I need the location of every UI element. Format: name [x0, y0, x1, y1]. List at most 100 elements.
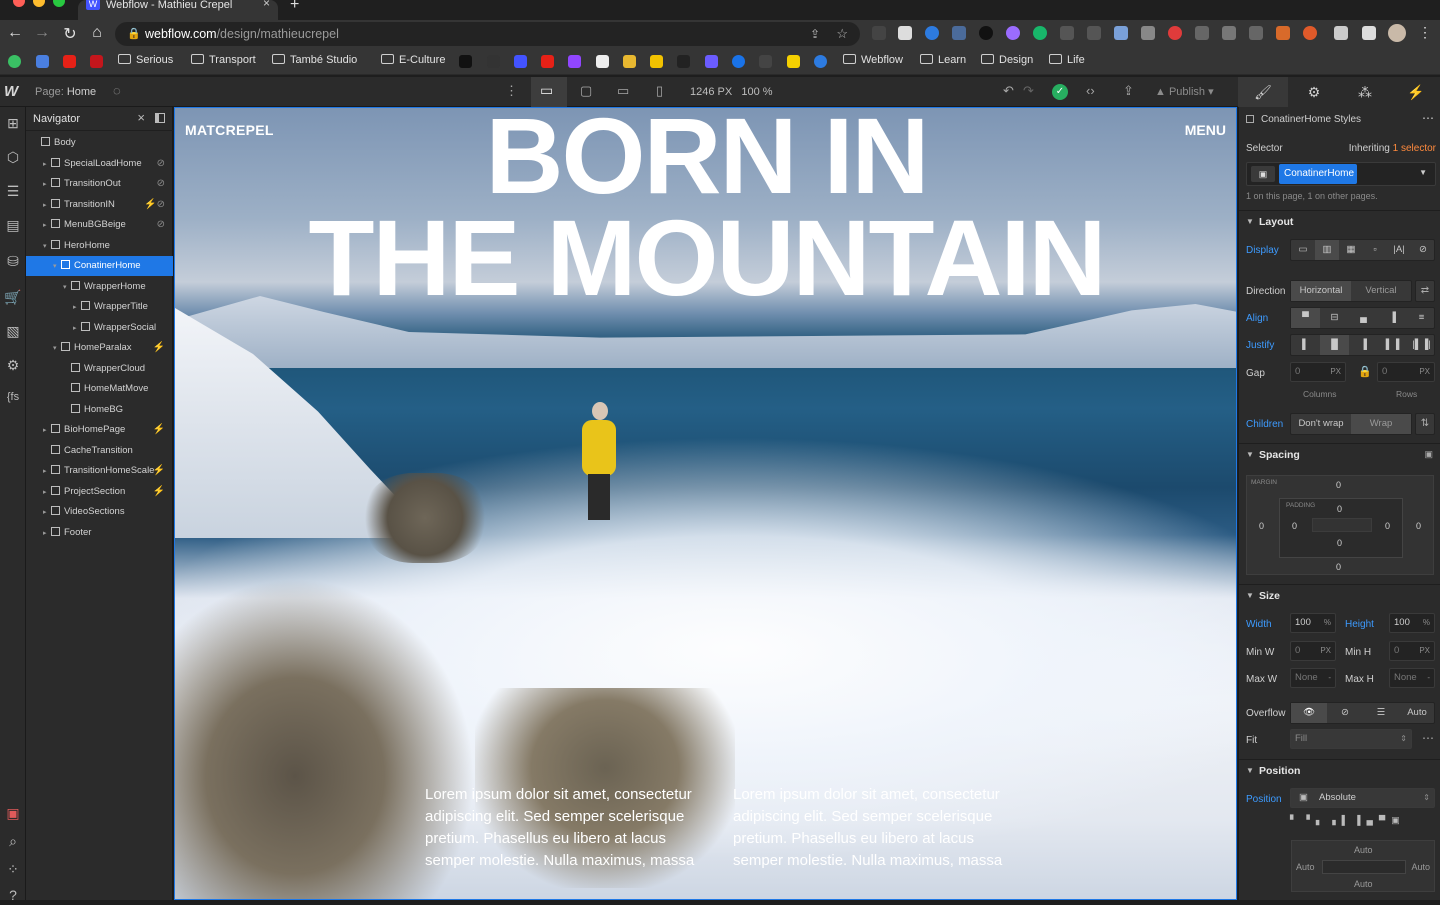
youtube-bookmark-icon[interactable]: [541, 55, 554, 68]
grammarly-extension-icon[interactable]: [1033, 26, 1047, 40]
caret-icon[interactable]: ▾: [43, 237, 51, 257]
kebab-menu-icon[interactable]: ⋮: [1416, 24, 1434, 41]
extension-icon[interactable]: [952, 26, 966, 40]
caret-icon[interactable]: ▸: [43, 175, 51, 195]
webflow-bookmark-icon[interactable]: [514, 55, 527, 68]
bookmark-folder-e-culture[interactable]: E-Culture: [381, 54, 445, 66]
margin-right[interactable]: 0: [1416, 521, 1421, 531]
margin-left[interactable]: 0: [1259, 521, 1264, 531]
bookmark-icon[interactable]: [705, 55, 718, 68]
settings-gear-icon[interactable]: ⚙: [4, 357, 22, 375]
fit-select[interactable]: Fill ⇕: [1290, 729, 1412, 749]
profile-avatar[interactable]: [1388, 24, 1406, 42]
bookmark-icon[interactable]: [759, 55, 772, 68]
padding-right[interactable]: 0: [1385, 521, 1390, 531]
margin-bottom[interactable]: 0: [1336, 562, 1341, 572]
spacing-preset-icon[interactable]: ▣: [1424, 449, 1433, 460]
forward-arrow-icon[interactable]: →: [33, 24, 51, 42]
bookmark-icon[interactable]: [650, 55, 663, 68]
max-height-input[interactable]: None -: [1389, 668, 1435, 688]
align-stretch-icon[interactable]: ▐: [1378, 308, 1407, 328]
justify-end-icon[interactable]: ▐: [1349, 335, 1378, 355]
navigator-item[interactable]: ▸ WrapperTitle: [26, 297, 173, 317]
navigator-item[interactable]: ▾ HeroHome: [26, 236, 173, 256]
children-dont-wrap[interactable]: Don't wrap: [1291, 414, 1351, 434]
extension-icon[interactable]: [1114, 26, 1128, 40]
caret-icon[interactable]: ▸: [43, 216, 51, 236]
caret-icon[interactable]: ▸: [73, 319, 81, 339]
bookmark-icon[interactable]: [732, 55, 745, 68]
selector-menu-icon[interactable]: ▣: [1251, 166, 1275, 182]
position-top[interactable]: Auto: [1354, 845, 1373, 855]
caret-icon[interactable]: ▸: [43, 524, 51, 544]
mobile-landscape-breakpoint-icon[interactable]: ▭: [617, 83, 629, 99]
justify-start-icon[interactable]: ▌: [1291, 335, 1320, 355]
notion-extension-icon[interactable]: [898, 26, 912, 40]
caret-icon[interactable]: ▸: [43, 483, 51, 503]
caret-icon[interactable]: ▾: [53, 339, 61, 359]
hero-title-line-1[interactable]: BORN IN: [175, 108, 1236, 210]
inheriting-info[interactable]: Inheriting 1 selector: [1349, 143, 1436, 154]
display-grid-icon[interactable]: ▦: [1339, 240, 1363, 260]
maximize-window-button[interactable]: [53, 0, 65, 7]
navigator-item[interactable]: ▸ WrapperSocial: [26, 318, 173, 338]
align-start-icon[interactable]: ▀: [1291, 308, 1320, 328]
justify-center-icon[interactable]: ▐▌: [1320, 335, 1349, 355]
extension-icon[interactable]: [872, 26, 886, 40]
publish-button[interactable]: ▲ Publish ▾: [1155, 85, 1214, 98]
maps-bookmark-icon[interactable]: [8, 55, 21, 68]
margin-top[interactable]: 0: [1336, 480, 1341, 490]
reload-icon[interactable]: ↻: [61, 24, 79, 44]
design-canvas[interactable]: MATCREPEL MENU BORN IN THE MOUNTAIN Lore…: [174, 107, 1237, 900]
caret-icon[interactable]: ▾: [53, 257, 61, 277]
spacing-section-header[interactable]: ▼ Spacing ▣: [1239, 443, 1440, 465]
bookmark-icon[interactable]: [487, 55, 500, 68]
max-width-input[interactable]: None -: [1290, 668, 1336, 688]
justify-options[interactable]: ▌ ▐▌ ▐ ▌▐ |▌▐|: [1290, 334, 1435, 356]
address-bar[interactable]: 🔒 webflow.com/design/mathieucrepel ⇪ ☆: [115, 22, 860, 46]
navigator-item[interactable]: HomeBG: [26, 400, 173, 420]
hero-paragraph-1[interactable]: Lorem ipsum dolor sit amet, consectetur …: [425, 784, 715, 872]
extension-icon[interactable]: [1303, 26, 1317, 40]
navigator-item[interactable]: ▸ SpecialLoadHome ⊘: [26, 154, 173, 174]
mobile-portrait-breakpoint-icon[interactable]: ▯: [656, 83, 663, 99]
position-left[interactable]: Auto: [1296, 862, 1315, 872]
bookmark-icon[interactable]: [623, 55, 636, 68]
extension-icon[interactable]: [979, 26, 993, 40]
extension-icon[interactable]: [925, 26, 939, 40]
puzzle-extensions-icon[interactable]: [1334, 26, 1348, 40]
extension-icon[interactable]: [1087, 26, 1101, 40]
assets-images-icon[interactable]: ▧: [4, 323, 22, 341]
help-icon[interactable]: ?: [4, 887, 22, 905]
bookmark-icon[interactable]: [596, 55, 609, 68]
extension-icon[interactable]: [1222, 26, 1236, 40]
direction-options[interactable]: Horizontal Vertical: [1290, 280, 1412, 302]
direction-vertical[interactable]: Vertical: [1351, 281, 1411, 301]
bookmark-folder-webflow[interactable]: Webflow: [843, 54, 903, 66]
close-window-button[interactable]: [13, 0, 25, 7]
page-selector[interactable]: Page: Home: [35, 86, 96, 98]
overflow-options[interactable]: 👁 ⊘ ☰ Auto: [1290, 702, 1435, 724]
translate-bookmark-icon[interactable]: [36, 55, 49, 68]
padding-left[interactable]: 0: [1292, 521, 1297, 531]
caret-icon[interactable]: ▸: [43, 421, 51, 441]
share-icon[interactable]: ⇪: [810, 22, 820, 46]
navigator-layers-icon[interactable]: ☰: [4, 183, 22, 201]
display-options[interactable]: ▭ ▥ ▦ ▫ |A| ⊘: [1290, 239, 1435, 261]
ecommerce-cart-icon[interactable]: 🛒: [4, 289, 22, 307]
tab-interactions-bolt-icon[interactable]: ⚡: [1391, 77, 1440, 107]
more-options-icon[interactable]: ⋯: [1422, 111, 1434, 125]
navigator-item[interactable]: ▸ VideoSections: [26, 502, 173, 522]
display-flex-icon[interactable]: ▥: [1315, 240, 1339, 260]
close-icon[interactable]: ×: [137, 110, 145, 125]
home-icon[interactable]: ⌂: [88, 24, 106, 42]
pages-icon[interactable]: ▤: [4, 217, 22, 235]
display-block-icon[interactable]: ▭: [1291, 240, 1315, 260]
position-section-header[interactable]: ▼ Position: [1239, 759, 1440, 781]
bookmark-star-icon[interactable]: ☆: [836, 22, 848, 46]
min-height-unit[interactable]: PX: [1419, 642, 1430, 660]
height-input[interactable]: 100%: [1389, 613, 1435, 633]
overflow-auto[interactable]: Auto: [1399, 703, 1435, 723]
caret-icon[interactable]: ▸: [43, 503, 51, 523]
finsweet-attributes-icon[interactable]: {fs: [4, 391, 22, 409]
